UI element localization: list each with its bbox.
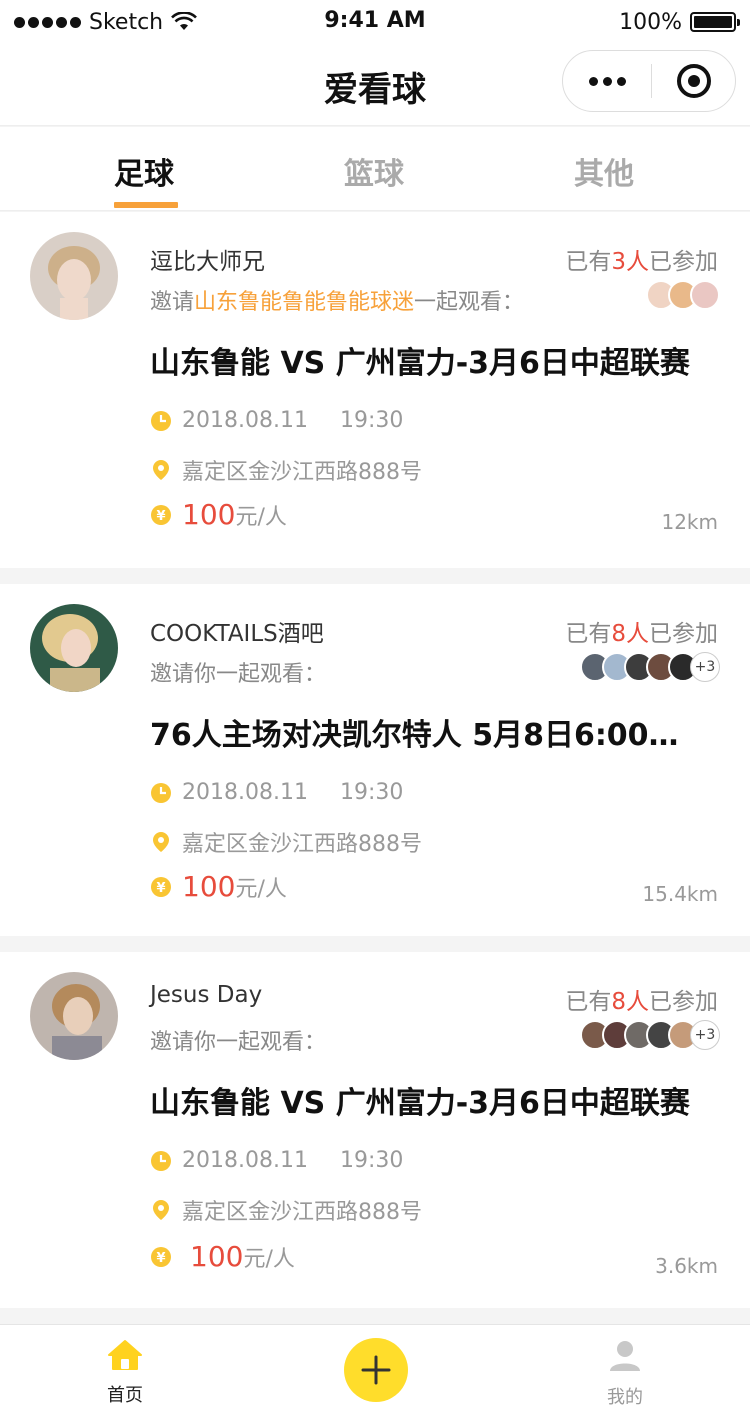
- event-address: 嘉定区金沙江西路888号: [150, 454, 422, 486]
- event-price: ¥ 100 元/人: [150, 498, 287, 531]
- joined-count: 已有8人已参加: [565, 989, 718, 1015]
- host-name: 逗比大师兄: [150, 249, 265, 275]
- home-icon: [108, 1340, 142, 1370]
- event-address: 嘉定区金沙江西路888号: [150, 826, 422, 858]
- target-icon: [676, 64, 711, 98]
- participant-avatars[interactable]: [646, 280, 720, 312]
- tab-other[interactable]: 其他: [574, 149, 634, 193]
- distance: 3.6km: [655, 1254, 718, 1278]
- plus-icon: [361, 1355, 391, 1385]
- svg-text:¥: ¥: [156, 881, 165, 896]
- tab-home-label: 首页: [107, 1385, 143, 1406]
- tab-football[interactable]: 足球: [114, 149, 174, 193]
- invite-text: 邀请你一起观看：: [150, 662, 327, 687]
- host-name: COOKTAILS酒吧: [150, 621, 324, 647]
- event-datetime: 2018.08.11 19:30: [150, 408, 403, 433]
- event-card[interactable]: COOKTAILS酒吧 已有8人已参加 邀请你一起观看： +3 76人主场对决凯…: [0, 584, 750, 936]
- yen-icon: ¥: [151, 876, 171, 897]
- participant-avatars[interactable]: +3: [580, 1020, 720, 1052]
- clock-icon: [151, 1150, 171, 1171]
- match-title: 76人主场对决凯尔特人 5月8日6:00…: [150, 718, 679, 753]
- match-title: 山东鲁能 VS 广州富力-3月6日中超联赛: [150, 1086, 690, 1121]
- clock-icon: [151, 782, 171, 803]
- participants-more-badge: +3: [690, 1020, 720, 1050]
- location-pin-icon: [153, 832, 169, 852]
- user-icon: [610, 1341, 640, 1371]
- invite-text: 邀请山东鲁能鲁能鲁能球迷一起观看：: [150, 290, 525, 315]
- event-datetime: 2018.08.11 19:30: [150, 1148, 403, 1173]
- status-right: 100%: [619, 8, 740, 36]
- event-price: ¥ 100 元/人: [150, 870, 287, 903]
- mini-program-capsule: [562, 50, 736, 112]
- yen-icon: ¥: [151, 504, 171, 525]
- distance: 12km: [661, 510, 718, 534]
- tab-mine[interactable]: 我的: [585, 1339, 665, 1409]
- location-pin-icon: [153, 1200, 169, 1220]
- host-name: Jesus Day: [150, 982, 263, 1008]
- event-card[interactable]: Jesus Day 已有8人已参加 邀请你一起观看： +3 山东鲁能 VS 广州…: [0, 952, 750, 1308]
- host-avatar[interactable]: [30, 604, 118, 692]
- svg-text:¥: ¥: [156, 509, 165, 524]
- participant-avatars[interactable]: +3: [580, 652, 720, 684]
- nav-bar: 爱看球: [0, 44, 750, 126]
- joined-count: 已有3人已参加: [565, 249, 718, 275]
- event-address: 嘉定区金沙江西路888号: [150, 1194, 422, 1226]
- participants-more-badge: +3: [690, 652, 720, 682]
- more-icon[interactable]: [563, 76, 651, 86]
- category-tabs: 足球 篮球 其他: [0, 127, 750, 211]
- host-avatar[interactable]: [30, 972, 118, 1060]
- yen-icon: ¥: [151, 1246, 171, 1267]
- joined-count: 已有8人已参加: [565, 621, 718, 647]
- status-bar: Sketch 9:41 AM 100%: [0, 0, 750, 44]
- battery-percent: 100%: [619, 9, 682, 35]
- participant-avatar: [690, 280, 720, 310]
- tab-basketball[interactable]: 篮球: [344, 149, 404, 193]
- location-pin-icon: [153, 460, 169, 480]
- svg-text:¥: ¥: [156, 1251, 165, 1266]
- clock-icon: [151, 410, 171, 431]
- create-event-button[interactable]: [344, 1338, 408, 1402]
- distance: 15.4km: [642, 882, 718, 906]
- tab-home[interactable]: 首页: [85, 1339, 165, 1407]
- tab-mine-label: 我的: [607, 1387, 643, 1408]
- host-avatar[interactable]: [30, 232, 118, 320]
- event-card[interactable]: 逗比大师兄 已有3人已参加 邀请山东鲁能鲁能鲁能球迷一起观看： 山东鲁能 VS …: [0, 212, 750, 568]
- match-title: 山东鲁能 VS 广州富力-3月6日中超联赛: [150, 346, 690, 381]
- invite-text: 邀请你一起观看：: [150, 1030, 327, 1055]
- event-datetime: 2018.08.11 19:30: [150, 780, 403, 805]
- event-price: ¥ 100 元/人: [150, 1240, 295, 1273]
- close-program-button[interactable]: [652, 64, 735, 98]
- active-tab-indicator: [114, 202, 178, 208]
- battery-icon: [690, 12, 740, 32]
